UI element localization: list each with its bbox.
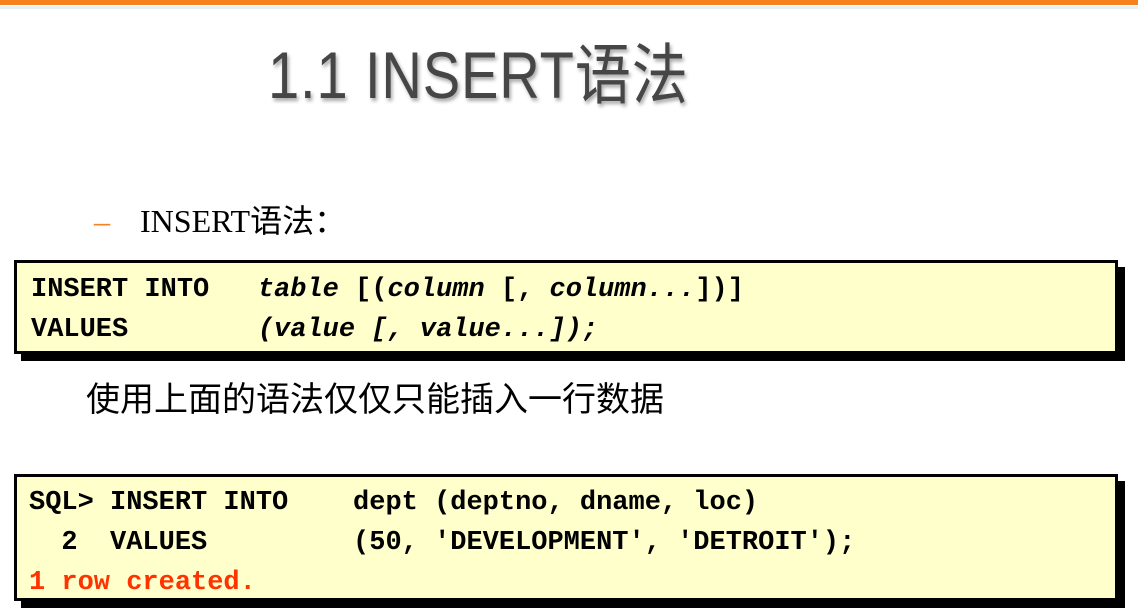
bullet-text: INSERT语法：	[140, 203, 347, 239]
example-line-2: 2 VALUES (50, 'DEVELOPMENT', 'DETROIT');	[29, 528, 856, 558]
top-accent-bar-secondary	[0, 6, 1138, 9]
punct: [,	[484, 275, 550, 305]
example-line-1: SQL> INSERT INTO dept (deptno, dname, lo…	[29, 488, 759, 518]
punct: [(	[338, 275, 388, 305]
keyword: INSERT INTO	[31, 275, 258, 305]
bullet-item: – INSERT语法：	[94, 196, 346, 242]
example-code-box: SQL> INSERT INTO dept (deptno, dname, lo…	[14, 474, 1118, 601]
slide-title: 1.1 INSERT语法	[268, 38, 689, 112]
placeholder: column	[387, 275, 485, 305]
syntax-code-box: INSERT INTO table [(column [, column...]…	[14, 260, 1118, 354]
bullet-dash-icon: –	[94, 203, 110, 239]
syntax-line-2: VALUES (value [, value...]);	[31, 310, 1115, 350]
punct: ]);	[549, 315, 599, 345]
placeholder: (value	[257, 315, 356, 345]
keyword: VALUES	[31, 315, 258, 345]
example-result: 1 row created.	[29, 568, 256, 598]
syntax-line-1: INSERT INTO table [(column [, column...]…	[31, 270, 1115, 310]
top-accent-bar	[0, 0, 1138, 5]
note-text: 使用上面的语法仅仅只能插入一行数据	[86, 380, 664, 420]
placeholder: value...	[419, 315, 550, 345]
placeholder: column...	[549, 275, 696, 305]
punct: ])]	[695, 275, 744, 305]
punct: [,	[355, 315, 420, 345]
placeholder: table	[257, 275, 339, 305]
